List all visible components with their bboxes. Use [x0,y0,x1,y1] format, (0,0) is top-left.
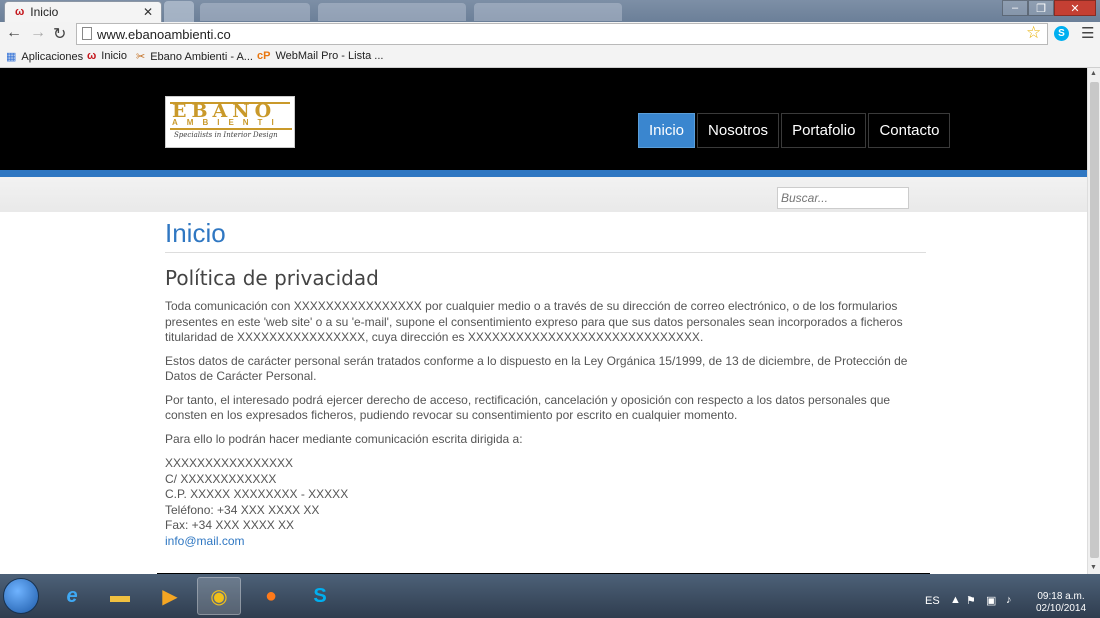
address-line: Teléfono: +34 XXX XXXX XX [165,502,320,517]
firefox-icon[interactable]: ● [249,577,293,615]
background-tab[interactable] [200,3,310,21]
nav-portafolio[interactable]: Portafolio [781,113,867,148]
cpanel-icon: cP [257,50,271,62]
bookmark-label: Inicio [101,50,127,62]
scroll-up-icon[interactable]: ▲ [1090,70,1097,77]
clock-time: 09:18 a.m. [1037,591,1085,602]
skype-icon[interactable]: S [298,577,342,615]
show-hidden-icons-icon[interactable]: ▲ [950,594,961,606]
clock-date: 02/10/2014 [1035,603,1087,614]
browser-tab-strip: ω Inicio ✕ – ❐ ✕ [0,0,1100,22]
back-arrow-icon[interactable]: ← [6,24,22,42]
main-content: Inicio Política de privacidad Toda comun… [165,218,926,549]
volume-icon[interactable]: ♪ [1006,594,1012,606]
internet-explorer-icon[interactable]: e [50,577,94,615]
header-accent-bar [0,170,1087,177]
search-band [0,177,1087,212]
bookmark-webmail[interactable]: cP WebMail Pro - Lista ... [257,50,383,62]
address-line: C.P. XXXXX XXXXXXXX - XXXXX [165,487,349,501]
minimize-icon[interactable]: – [1002,0,1028,16]
page-icon [82,27,92,40]
menu-icon[interactable]: ☰ [1081,24,1094,42]
new-tab-button[interactable] [164,1,194,22]
page-scrollbar[interactable]: ▲ ▼ [1087,68,1100,574]
tab-title: Inicio [30,5,59,19]
bookmark-inicio[interactable]: ω Inicio [87,50,127,62]
page-title: Inicio [165,218,226,248]
address-bar[interactable]: www.ebanoambienti.co [76,23,1048,45]
paragraph: Toda comunicación con XXXXXXXXXXXXXXXX p… [165,299,903,344]
bookmark-label: Ebano Ambienti - A... [150,50,253,63]
ebano-favicon-icon: ω [15,6,25,18]
nav-inicio[interactable]: Inicio [638,113,696,148]
network-icon[interactable]: ▣ [986,594,996,607]
file-explorer-icon[interactable]: ▬ [98,577,142,615]
background-tab[interactable] [318,3,466,21]
bookmark-label: Aplicaciones [21,50,84,63]
window-close-icon[interactable]: ✕ [1054,0,1096,16]
logo-rule [170,128,292,130]
bookmark-star-icon[interactable]: ☆ [1026,23,1041,43]
apps-grid-icon: ▦ [6,51,17,63]
media-player-icon[interactable]: ▶ [148,577,192,615]
bookmark-ebano-ambienti[interactable]: ✂ Ebano Ambienti - A... [136,50,253,64]
clock[interactable]: 09:18 a.m. 02/10/2014 [1032,591,1090,615]
main-nav: Inicio Nosotros Portafolio Contacto [638,113,952,148]
bookmarks-bar: ▦ Aplicaciones ω Inicio ✂ Ebano Ambienti… [0,46,1100,68]
skype-extension-icon[interactable]: S [1054,26,1069,41]
address-line: Fax: +34 XXX XXXX XX [165,518,295,532]
nav-contacto[interactable]: Contacto [868,113,951,148]
windows-taskbar: e ▬ ▶ ◉ ● S ES ▲ ⚑ ▣ ♪ 09:18 a.m. 02/10/… [0,574,1100,618]
contact-address: XXXXXXXXXXXXXXXX C/ XXXXXXXXXXXX C.P. XX… [165,456,926,549]
system-tray: ES ▲ ⚑ ▣ ♪ 09:18 a.m. 02/10/2014 [920,574,1100,618]
action-center-flag-icon[interactable]: ⚑ [966,594,976,607]
section-title: Política de privacidad [165,266,379,290]
background-tab[interactable] [474,3,622,21]
forward-arrow-icon[interactable]: → [30,24,46,42]
ebano-favicon-icon: ω [87,50,97,62]
bookmark-label: WebMail Pro - Lista ... [275,50,384,62]
browser-tab-active[interactable]: ω Inicio ✕ [4,1,162,22]
site-logo[interactable]: EBANO AMBIENTI Specialists in Interior D… [165,96,295,148]
logo-tagline: Specialists in Interior Design [174,131,278,139]
window-controls: – ❐ ✕ [1002,0,1096,16]
address-line: XXXXXXXXXXXXXXXX [165,456,294,470]
url-text: www.ebanoambienti.co [97,26,231,42]
tab-close-icon[interactable]: ✕ [143,5,153,19]
site-header: EBANO AMBIENTI Specialists in Interior D… [0,68,1087,170]
scroll-down-icon[interactable]: ▼ [1090,564,1097,571]
paragraph: Para ello lo podrán hacer mediante comun… [165,431,523,446]
chrome-icon[interactable]: ◉ [197,577,241,615]
browser-toolbar: ← → ↻ www.ebanoambienti.co ☆ S ☰ [0,22,1100,46]
logo-subtitle: AMBIENTI [172,118,283,127]
bookmark-apps[interactable]: ▦ Aplicaciones [6,50,84,64]
paragraph: Estos datos de carácter personal serán t… [165,353,908,384]
web-page: EBANO AMBIENTI Specialists in Interior D… [0,68,1087,574]
start-button[interactable] [3,578,39,614]
address-line: C/ XXXXXXXXXXXX [165,471,277,486]
email-link[interactable]: info@mail.com [165,534,245,548]
search-input[interactable] [777,187,909,209]
maximize-icon[interactable]: ❐ [1028,0,1054,16]
language-indicator[interactable]: ES [925,595,940,607]
title-divider [165,252,926,253]
ebano-tools-icon: ✂ [136,51,146,63]
paragraph: Por tanto, el interesado podrá ejercer d… [165,392,891,423]
nav-nosotros[interactable]: Nosotros [697,113,780,148]
reload-icon[interactable]: ↻ [53,24,66,44]
scrollbar-thumb[interactable] [1090,82,1099,558]
